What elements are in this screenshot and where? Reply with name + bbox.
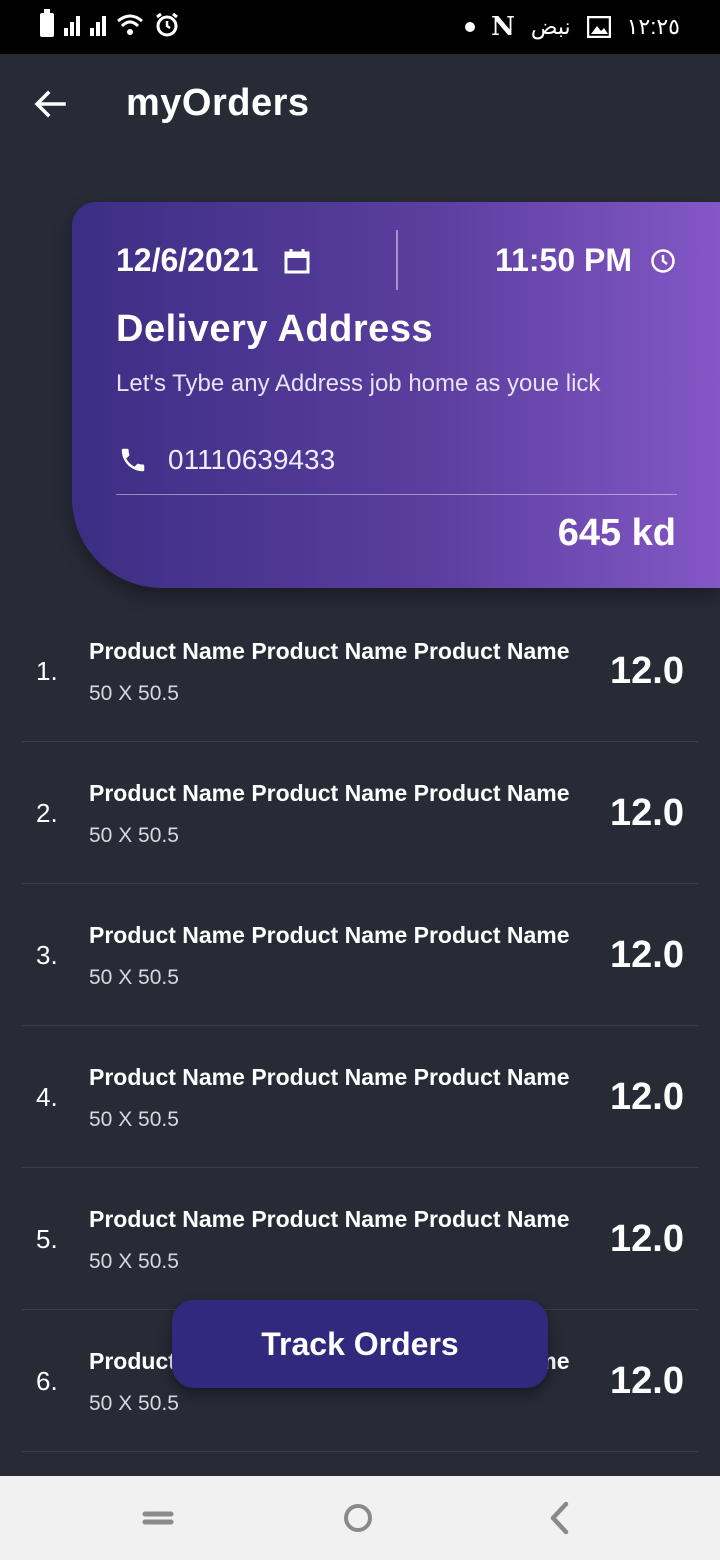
card-vertical-divider	[396, 230, 398, 290]
list-item[interactable]: 5. Product Name Product Name Product Nam…	[22, 1168, 698, 1310]
wifi-icon	[117, 14, 143, 35]
track-orders-button[interactable]: Track Orders	[172, 1300, 548, 1388]
item-price: 12.0	[610, 1360, 684, 1402]
alarm-icon	[156, 12, 178, 37]
list-item[interactable]: 4. Product Name Product Name Product Nam…	[22, 1026, 698, 1168]
arrow-left-icon	[34, 90, 66, 118]
item-index: 1.	[36, 656, 58, 686]
clock-time: ١٢:٢٥	[626, 14, 680, 39]
item-index: 3.	[36, 940, 58, 970]
item-name: Product Name Product Name Product Name	[89, 780, 570, 806]
carrier-label: نبض	[530, 14, 571, 39]
netflix-icon: N	[491, 12, 515, 42]
order-total: 645 kd	[557, 512, 676, 554]
item-index: 2.	[36, 798, 58, 828]
item-name: Product Name Product Name Product Name	[89, 922, 570, 948]
delivery-address-text: Let's Tybe any Address job home as youe …	[116, 370, 601, 397]
list-item[interactable]: 2. Product Name Product Name Product Nam…	[22, 742, 698, 884]
item-price: 12.0	[610, 1076, 684, 1118]
page-title: myOrders	[126, 82, 310, 124]
item-size: 50 X 50.5	[89, 682, 179, 705]
card-horizontal-divider	[116, 494, 677, 495]
gallery-icon	[586, 16, 611, 38]
item-size: 50 X 50.5	[89, 966, 179, 989]
signal-icon	[90, 14, 106, 36]
item-price: 12.0	[610, 792, 684, 834]
recent-apps-icon	[142, 1511, 174, 1525]
delivery-address-heading: Delivery Address	[116, 308, 434, 350]
list-item[interactable]: 3. Product Name Product Name Product Nam…	[22, 884, 698, 1026]
home-button[interactable]	[338, 1498, 378, 1538]
signal-icon	[64, 14, 80, 36]
item-size: 50 X 50.5	[89, 824, 179, 847]
order-summary-card: 12/6/2021 11:50 PM Delivery Address Let'…	[72, 202, 720, 588]
item-size: 50 X 50.5	[89, 1392, 179, 1415]
item-size: 50 X 50.5	[89, 1108, 179, 1131]
phone-number[interactable]: 01110639433	[168, 444, 335, 476]
phone-icon	[121, 448, 145, 472]
item-price: 12.0	[610, 1218, 684, 1260]
notification-dot-icon	[465, 22, 476, 32]
item-name: Product Name Product Name Product Name	[89, 1206, 570, 1232]
item-index: 4.	[36, 1082, 58, 1112]
calendar-icon	[284, 249, 310, 274]
item-index: 6.	[36, 1366, 58, 1396]
item-price: 12.0	[610, 934, 684, 976]
item-size: 50 X 50.5	[89, 1250, 179, 1273]
item-name: Product Name Product Name Product Name	[89, 638, 570, 664]
item-price: 12.0	[610, 650, 684, 692]
order-time: 11:50 PM	[495, 242, 632, 278]
nav-back-button[interactable]	[540, 1498, 580, 1538]
item-index: 5.	[36, 1224, 58, 1254]
status-bar: N نبض ١٢:٢٥	[0, 0, 720, 54]
clock-icon	[651, 249, 675, 273]
battery-icon	[40, 9, 54, 37]
recent-apps-button[interactable]	[138, 1498, 178, 1538]
order-date: 12/6/2021	[116, 242, 259, 278]
home-icon	[344, 1504, 372, 1532]
back-icon	[550, 1501, 569, 1535]
app-bar: myOrders	[0, 54, 720, 154]
system-nav-bar	[0, 1476, 720, 1560]
back-button[interactable]	[30, 84, 70, 124]
item-name: Product Name Product Name Product Name	[89, 1064, 570, 1090]
list-item[interactable]: 1. Product Name Product Name Product Nam…	[22, 600, 698, 742]
